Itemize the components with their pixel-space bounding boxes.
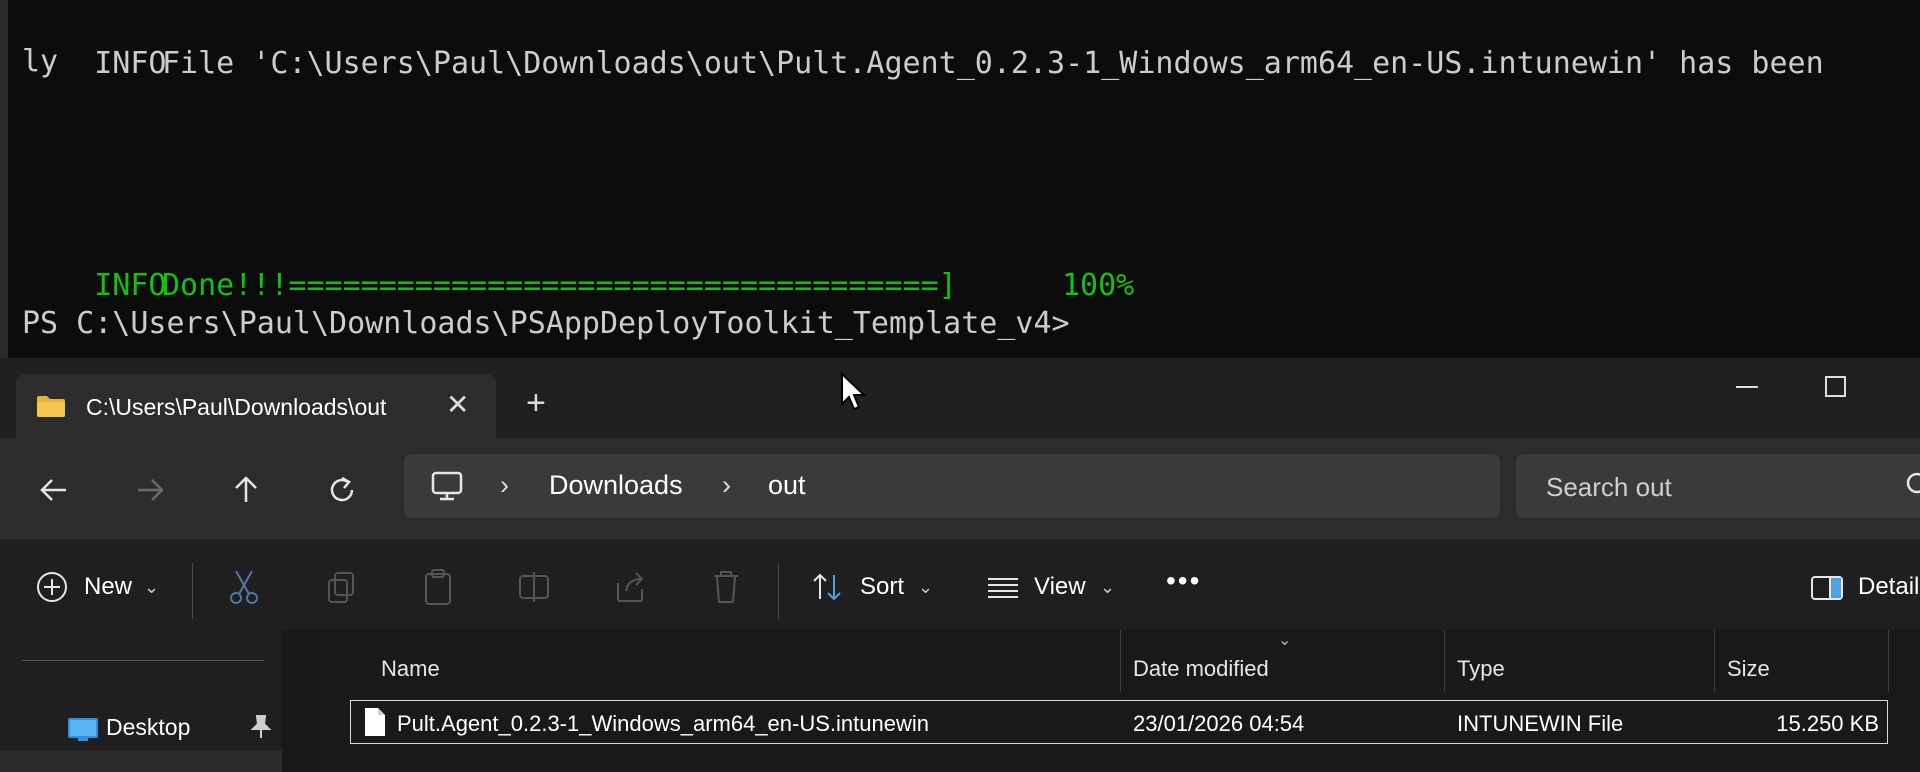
folder-icon [37, 396, 65, 417]
terminal-window[interactable]: INFO File 'C:\Users\Paul\Downloads\out\Pu… [0, 0, 1920, 358]
tab-title: C:\Users\Paul\Downloads\out [86, 394, 387, 420]
pin-icon[interactable] [250, 714, 272, 740]
terminal-level: INFO [94, 268, 167, 303]
minimize-icon[interactable] [1736, 386, 1758, 388]
arrow-left-icon[interactable] [32, 468, 76, 512]
view-icon[interactable] [986, 567, 1020, 607]
trash-icon [714, 571, 738, 603]
file-explorer-window[interactable]: C:\Users\Paul\Downloads\out ✕ + › Downlo… [0, 358, 1920, 772]
column-header-size[interactable]: Size [1727, 656, 1770, 682]
terminal-prompt[interactable]: PS C:\Users\Paul\Downloads\PSAppDeployTo… [22, 306, 1070, 342]
column-header-date[interactable]: Date modified [1133, 656, 1269, 682]
toolbar-divider [778, 563, 779, 619]
title-bar: C:\Users\Paul\Downloads\out ✕ + [0, 358, 1920, 438]
clipboard-icon [425, 569, 451, 605]
arrow-up-icon[interactable] [224, 468, 268, 512]
breadcrumb-downloads[interactable]: Downloads [549, 470, 683, 501]
refresh-icon[interactable] [320, 468, 364, 512]
navpane-divider [22, 660, 264, 661]
terminal-line-wrap: ly [22, 44, 59, 79]
close-icon[interactable]: ✕ [446, 388, 469, 421]
terminal-percent: 100% [1062, 268, 1135, 303]
monitor-icon[interactable] [430, 470, 464, 502]
file-name: Pult.Agent_0.2.3-1_Windows_arm64_en-US.i… [397, 711, 929, 736]
arrow-right-icon [138, 479, 164, 501]
nav-item-desktop[interactable]: Desktop [68, 710, 272, 746]
sort-icon[interactable] [810, 567, 846, 607]
mouse-cursor-icon [841, 372, 866, 411]
file-type: INTUNEWIN File [1457, 711, 1624, 736]
breadcrumb-out[interactable]: out [768, 470, 806, 501]
file-list: Name ⌄ Date modified Type Size Pult.Agen… [318, 630, 1920, 772]
plus-icon[interactable]: + [526, 386, 546, 420]
tab-active[interactable]: C:\Users\Paul\Downloads\out ✕ [16, 374, 496, 438]
search-input[interactable]: Search out [1546, 472, 1672, 503]
column-divider[interactable] [1120, 630, 1121, 692]
copy-icon [328, 572, 354, 603]
navpane-scrollbar[interactable] [282, 630, 318, 772]
file-size: 15.250 KB [1776, 711, 1879, 736]
search-box[interactable]: Search out [1516, 454, 1920, 518]
maximize-icon[interactable] [1825, 376, 1846, 397]
chevron-right-icon[interactable]: › [500, 470, 509, 501]
column-divider[interactable] [1444, 630, 1445, 692]
command-bar: New ⌄ Sort ⌄ View ⌄ ••• Detail [0, 538, 1920, 632]
details-pane-icon[interactable] [1810, 567, 1844, 607]
column-divider[interactable] [1888, 630, 1889, 692]
new-button[interactable]: New [84, 573, 132, 601]
plus-circle-icon[interactable] [34, 567, 70, 607]
file-icon [365, 708, 385, 736]
terminal-progress: Done!!!=================================… [162, 268, 957, 303]
column-header-name[interactable]: Name [381, 656, 440, 682]
chevron-right-icon[interactable]: › [722, 470, 731, 501]
table-row[interactable]: Pult.Agent_0.2.3-1_Windows_arm64_en-US.i… [350, 700, 1888, 744]
terminal-message: File 'C:\Users\Paul\Downloads\out\Pult.A… [162, 46, 1824, 81]
terminal-level: INFO [94, 46, 167, 81]
search-icon[interactable] [1904, 470, 1920, 500]
nav-item-label: Desktop [106, 714, 191, 740]
nav-item-selected[interactable] [0, 750, 282, 772]
chevron-down-icon[interactable]: ⌄ [918, 577, 933, 598]
rename-icon [519, 572, 549, 602]
details-button[interactable]: Detail [1858, 573, 1919, 601]
share-icon [617, 572, 644, 602]
column-header-type[interactable]: Type [1457, 656, 1505, 682]
sort-button[interactable]: Sort [860, 573, 904, 601]
desktop-icon [68, 718, 98, 741]
scissors-icon [230, 570, 258, 604]
file-date: 23/01/2026 04:54 [1133, 711, 1305, 736]
column-divider[interactable] [1714, 630, 1715, 692]
more-icon[interactable]: ••• [1166, 565, 1201, 597]
chevron-down-icon[interactable]: ⌄ [1100, 577, 1115, 598]
address-bar[interactable]: › Downloads › out [404, 454, 1500, 518]
navigation-pane: Desktop [0, 630, 282, 772]
chevron-down-icon[interactable]: ⌄ [144, 577, 159, 598]
chevron-down-icon: ⌄ [1278, 632, 1292, 649]
toolbar-divider [192, 563, 193, 619]
view-button[interactable]: View [1034, 573, 1086, 601]
